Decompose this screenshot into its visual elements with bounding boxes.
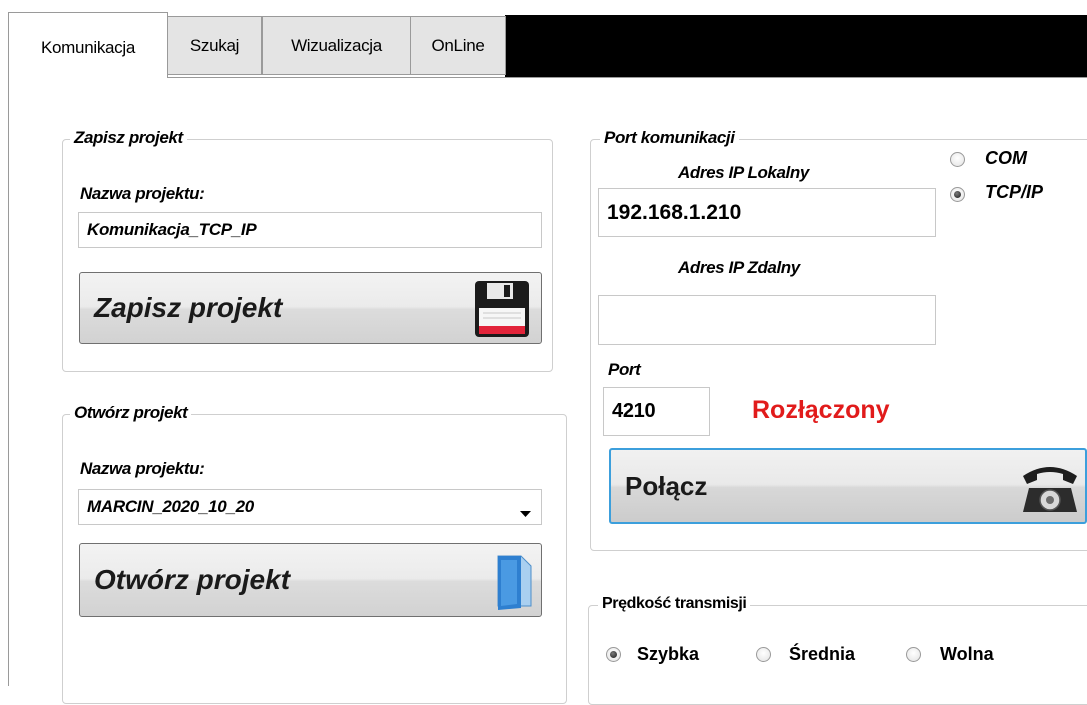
tab-wizualizacja[interactable]: Wizualizacja <box>262 16 411 75</box>
tab-strip-background <box>505 15 1087 77</box>
chevron-down-icon[interactable] <box>520 503 531 523</box>
save-project-button[interactable]: Zapisz projekt <box>79 272 542 344</box>
speed-medium-label[interactable]: Średnia <box>789 644 855 665</box>
local-ip-label: Adres IP Lokalny <box>678 163 809 182</box>
telephone-icon <box>1019 458 1081 523</box>
connect-button-label: Połącz <box>625 470 708 501</box>
tab-label: Wizualizacja <box>291 35 382 55</box>
mode-tcpip-label[interactable]: TCP/IP <box>985 182 1043 203</box>
open-project-selected-value: MARCIN_2020_10_20 <box>87 497 254 516</box>
speed-slow-label[interactable]: Wolna <box>940 644 994 665</box>
tab-komunikacja[interactable]: Komunikacja <box>8 12 168 78</box>
open-project-button[interactable]: Otwórz projekt <box>79 543 542 617</box>
remote-ip-label: Adres IP Zdalny <box>678 258 800 277</box>
open-project-button-label: Otwórz projekt <box>94 564 291 595</box>
save-project-group-title: Zapisz projekt <box>70 128 187 148</box>
remote-ip-input[interactable] <box>598 295 936 345</box>
tab-divider-line <box>167 77 1087 78</box>
speed-group-title: Prędkość transmisji <box>598 595 751 613</box>
connection-status: Rozłączony <box>752 396 890 424</box>
port-label: Port <box>608 360 641 379</box>
mode-tcpip-radio[interactable] <box>950 187 965 202</box>
speed-slow-radio[interactable] <box>906 647 921 662</box>
tab-page-border <box>8 78 9 686</box>
open-project-group-title: Otwórz projekt <box>70 403 192 423</box>
save-project-name-label: Nazwa projektu: <box>80 184 205 203</box>
open-project-select[interactable]: MARCIN_2020_10_20 <box>78 489 542 525</box>
folder-icon <box>495 550 535 619</box>
port-input[interactable]: 4210 <box>603 387 710 436</box>
tab-label: Komunikacja <box>40 38 136 57</box>
floppy-disk-icon <box>474 280 530 345</box>
port-group-title: Port komunikacji <box>600 128 739 148</box>
save-project-name-input[interactable]: Komunikacja_TCP_IP <box>78 212 542 248</box>
tab-szukaj[interactable]: Szukaj <box>167 16 262 75</box>
connect-button[interactable]: Połącz <box>609 448 1087 524</box>
mode-com-label[interactable]: COM <box>985 148 1027 169</box>
speed-medium-radio[interactable] <box>756 647 771 662</box>
mode-com-radio[interactable] <box>950 152 965 167</box>
speed-fast-label[interactable]: Szybka <box>637 644 699 665</box>
speed-fast-radio[interactable] <box>606 647 621 662</box>
open-project-name-label: Nazwa projektu: <box>80 459 205 478</box>
tab-online[interactable]: OnLine <box>410 16 506 75</box>
local-ip-input[interactable]: 192.168.1.210 <box>598 188 936 237</box>
tab-label: Szukaj <box>189 35 240 55</box>
tab-label: OnLine <box>431 35 485 55</box>
save-project-button-label: Zapisz projekt <box>94 292 283 323</box>
